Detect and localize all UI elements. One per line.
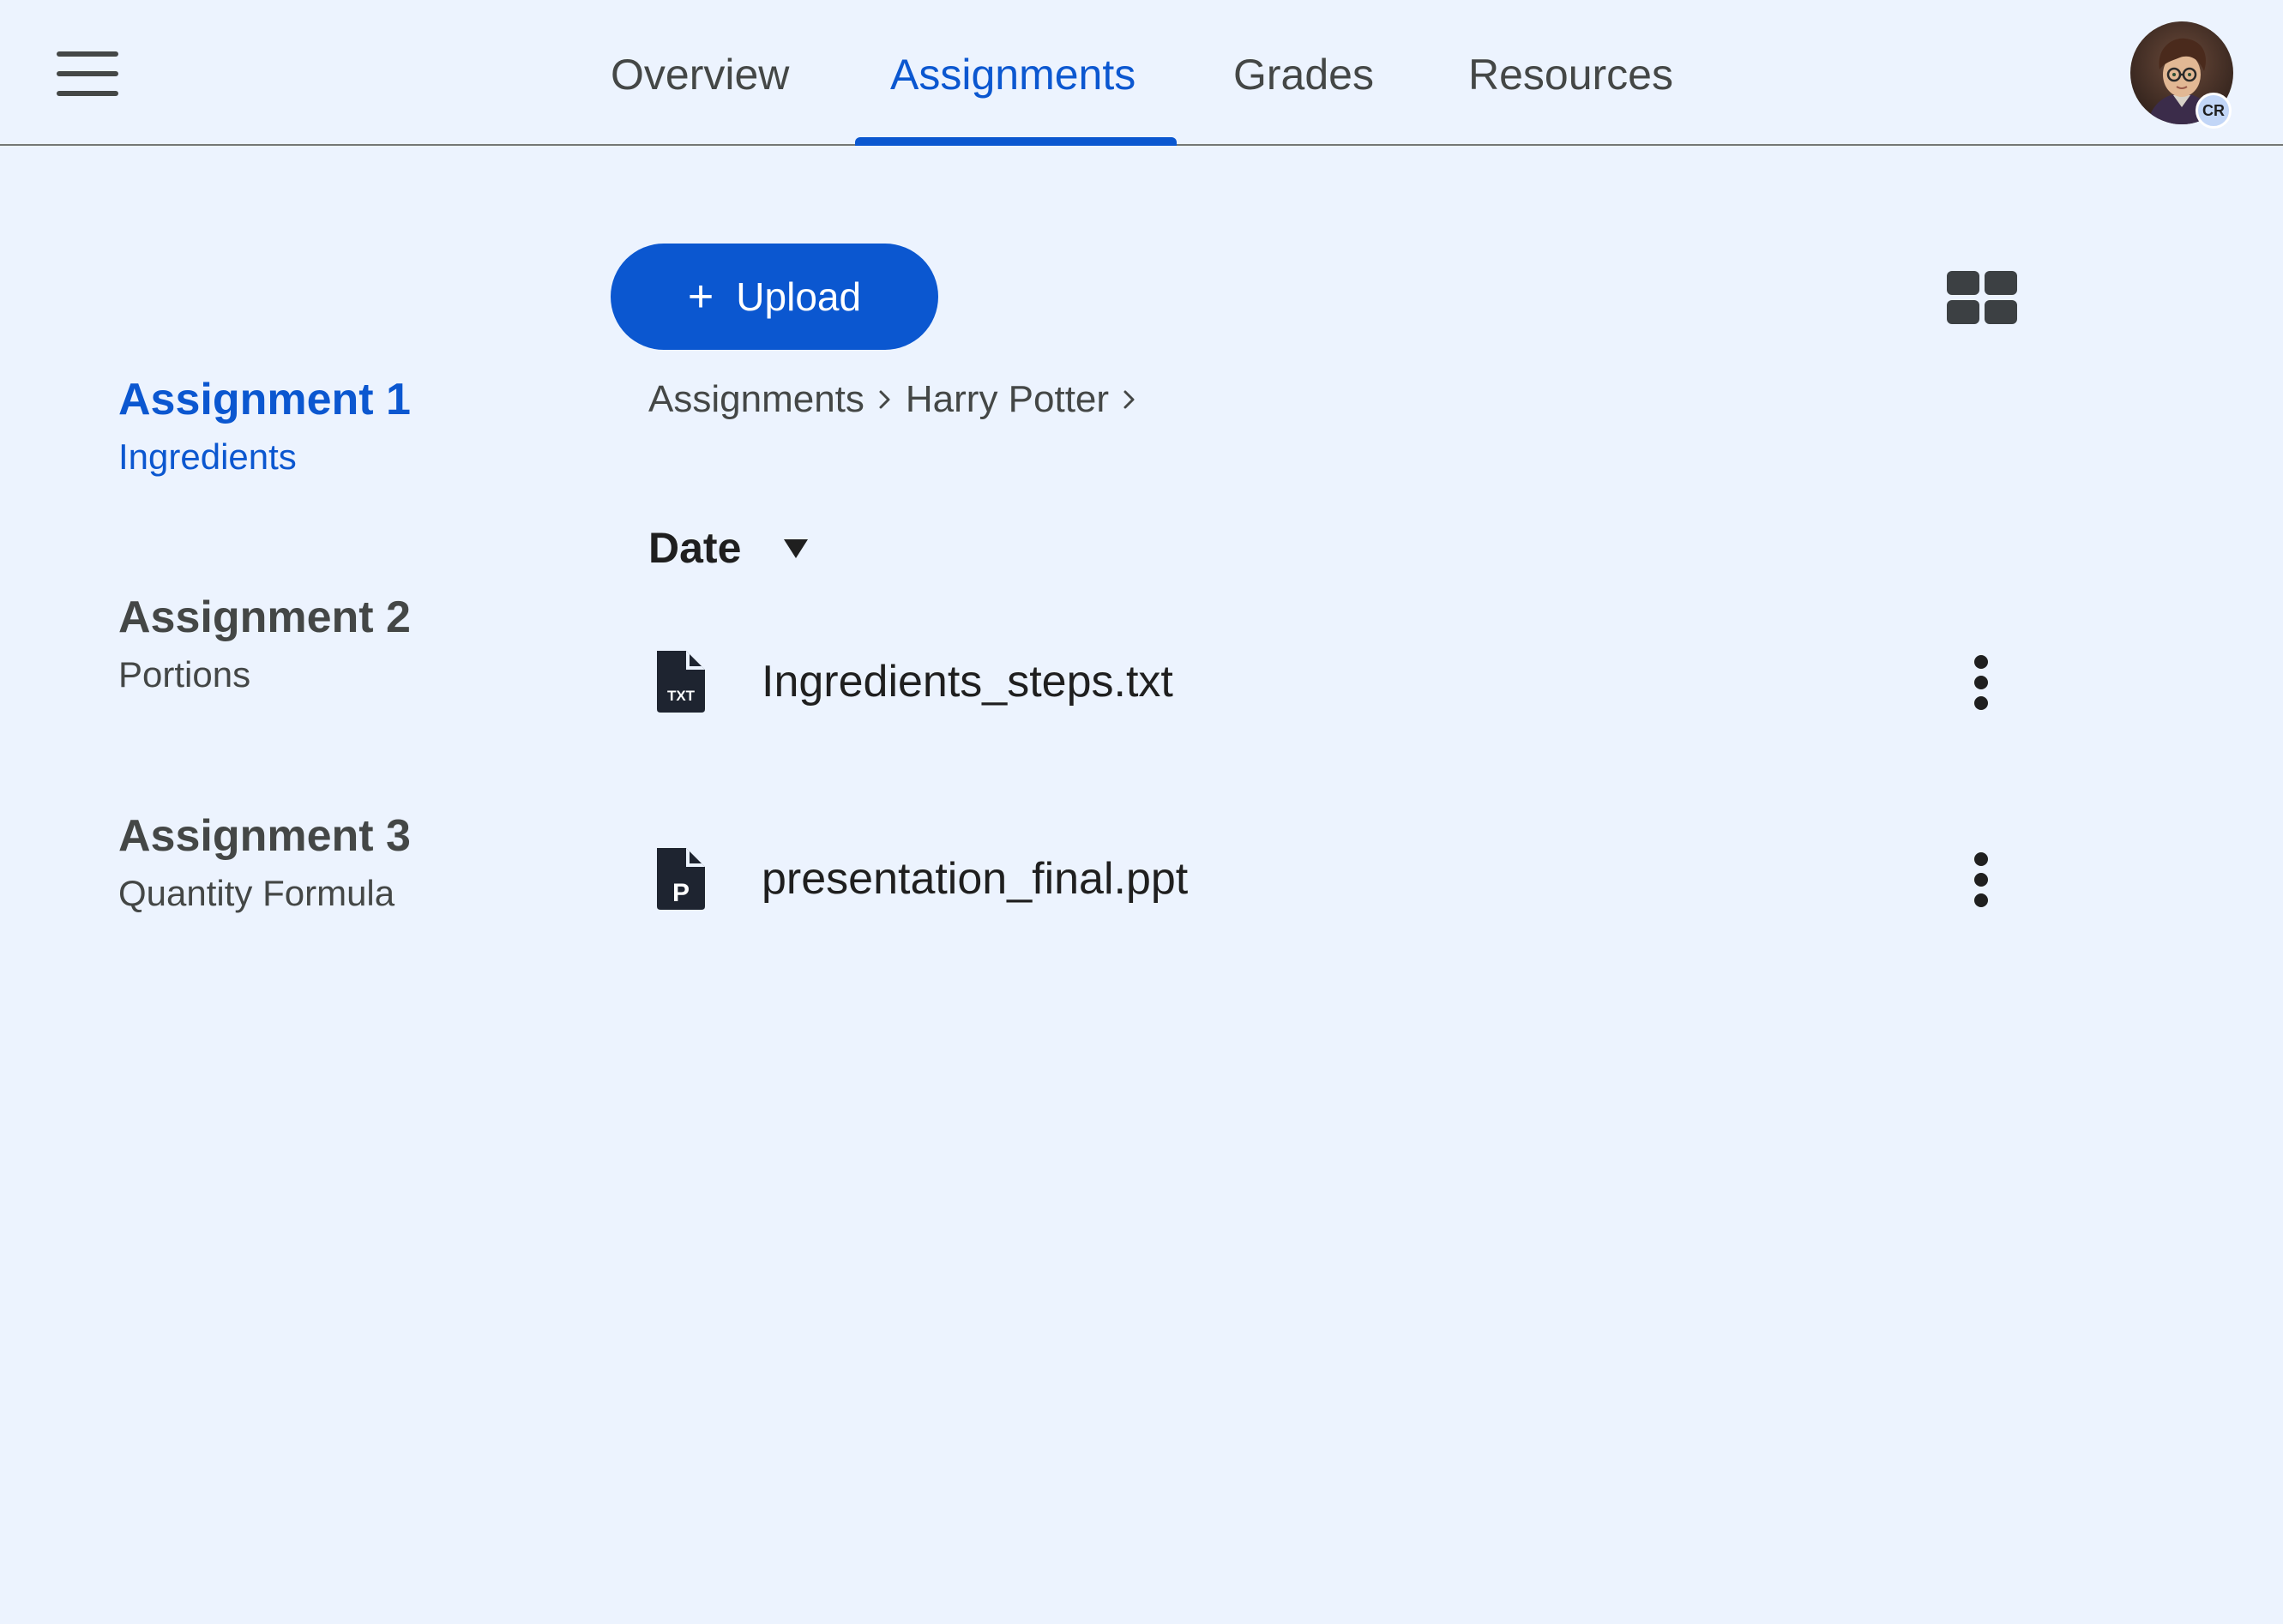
tab-assignments[interactable]: Assignments bbox=[890, 45, 1135, 105]
breadcrumb: Assignments Harry Potter bbox=[648, 374, 1150, 425]
chevron-right-icon bbox=[879, 390, 890, 409]
sidebar-item-assignment-1[interactable]: Assignment 1 Ingredients bbox=[118, 372, 411, 480]
upload-button[interactable]: + Upload bbox=[611, 244, 938, 350]
file-row[interactable]: TXT Ingredients_steps.txt bbox=[648, 635, 2021, 729]
tab-resources[interactable]: Resources bbox=[1468, 45, 1673, 105]
grid-view-icon[interactable] bbox=[1947, 271, 2017, 324]
sort-by-date-dropdown[interactable]: Date bbox=[648, 518, 810, 578]
plus-icon: + bbox=[687, 272, 714, 322]
active-tab-indicator bbox=[855, 137, 1177, 146]
breadcrumb-item-harry-potter[interactable]: Harry Potter bbox=[906, 374, 1109, 425]
sidebar-item-subtitle: Portions bbox=[118, 654, 251, 695]
svg-text:TXT: TXT bbox=[667, 688, 696, 704]
more-vert-icon[interactable] bbox=[1962, 852, 2000, 907]
chevron-right-icon bbox=[1123, 390, 1135, 409]
page: Overview Assignments Grades Resources CR… bbox=[0, 0, 2283, 1624]
sidebar-item-title: Assignment 2 bbox=[118, 592, 411, 642]
file-row[interactable]: P presentation_final.ppt bbox=[648, 832, 2021, 926]
txt-file-icon: TXT bbox=[657, 651, 705, 713]
top-app-bar: Overview Assignments Grades Resources CR bbox=[0, 0, 2283, 146]
breadcrumb-item-assignments[interactable]: Assignments bbox=[648, 374, 864, 425]
ppt-file-icon: P bbox=[657, 848, 705, 910]
tab-overview[interactable]: Overview bbox=[611, 45, 789, 105]
sort-label: Date bbox=[648, 524, 742, 572]
sidebar-item-assignment-2[interactable]: Assignment 2 Portions bbox=[118, 590, 411, 698]
upload-button-label: Upload bbox=[736, 274, 862, 319]
tab-grades[interactable]: Grades bbox=[1233, 45, 1374, 105]
more-vert-icon[interactable] bbox=[1962, 655, 2000, 710]
avatar-badge: CR bbox=[2196, 93, 2232, 129]
sidebar-item-subtitle: Ingredients bbox=[118, 436, 297, 477]
file-name: Ingredients_steps.txt bbox=[762, 657, 1173, 707]
triangle-down-icon bbox=[784, 539, 809, 558]
sidebar-item-subtitle: Quantity Formula bbox=[118, 873, 395, 913]
file-name: presentation_final.ppt bbox=[762, 854, 1189, 904]
svg-text:P: P bbox=[672, 879, 690, 907]
sidebar-item-title: Assignment 3 bbox=[118, 811, 411, 861]
hamburger-menu-icon[interactable] bbox=[57, 51, 118, 96]
sidebar-item-assignment-3[interactable]: Assignment 3 Quantity Formula bbox=[118, 809, 411, 917]
sidebar-item-title: Assignment 1 bbox=[118, 375, 411, 424]
